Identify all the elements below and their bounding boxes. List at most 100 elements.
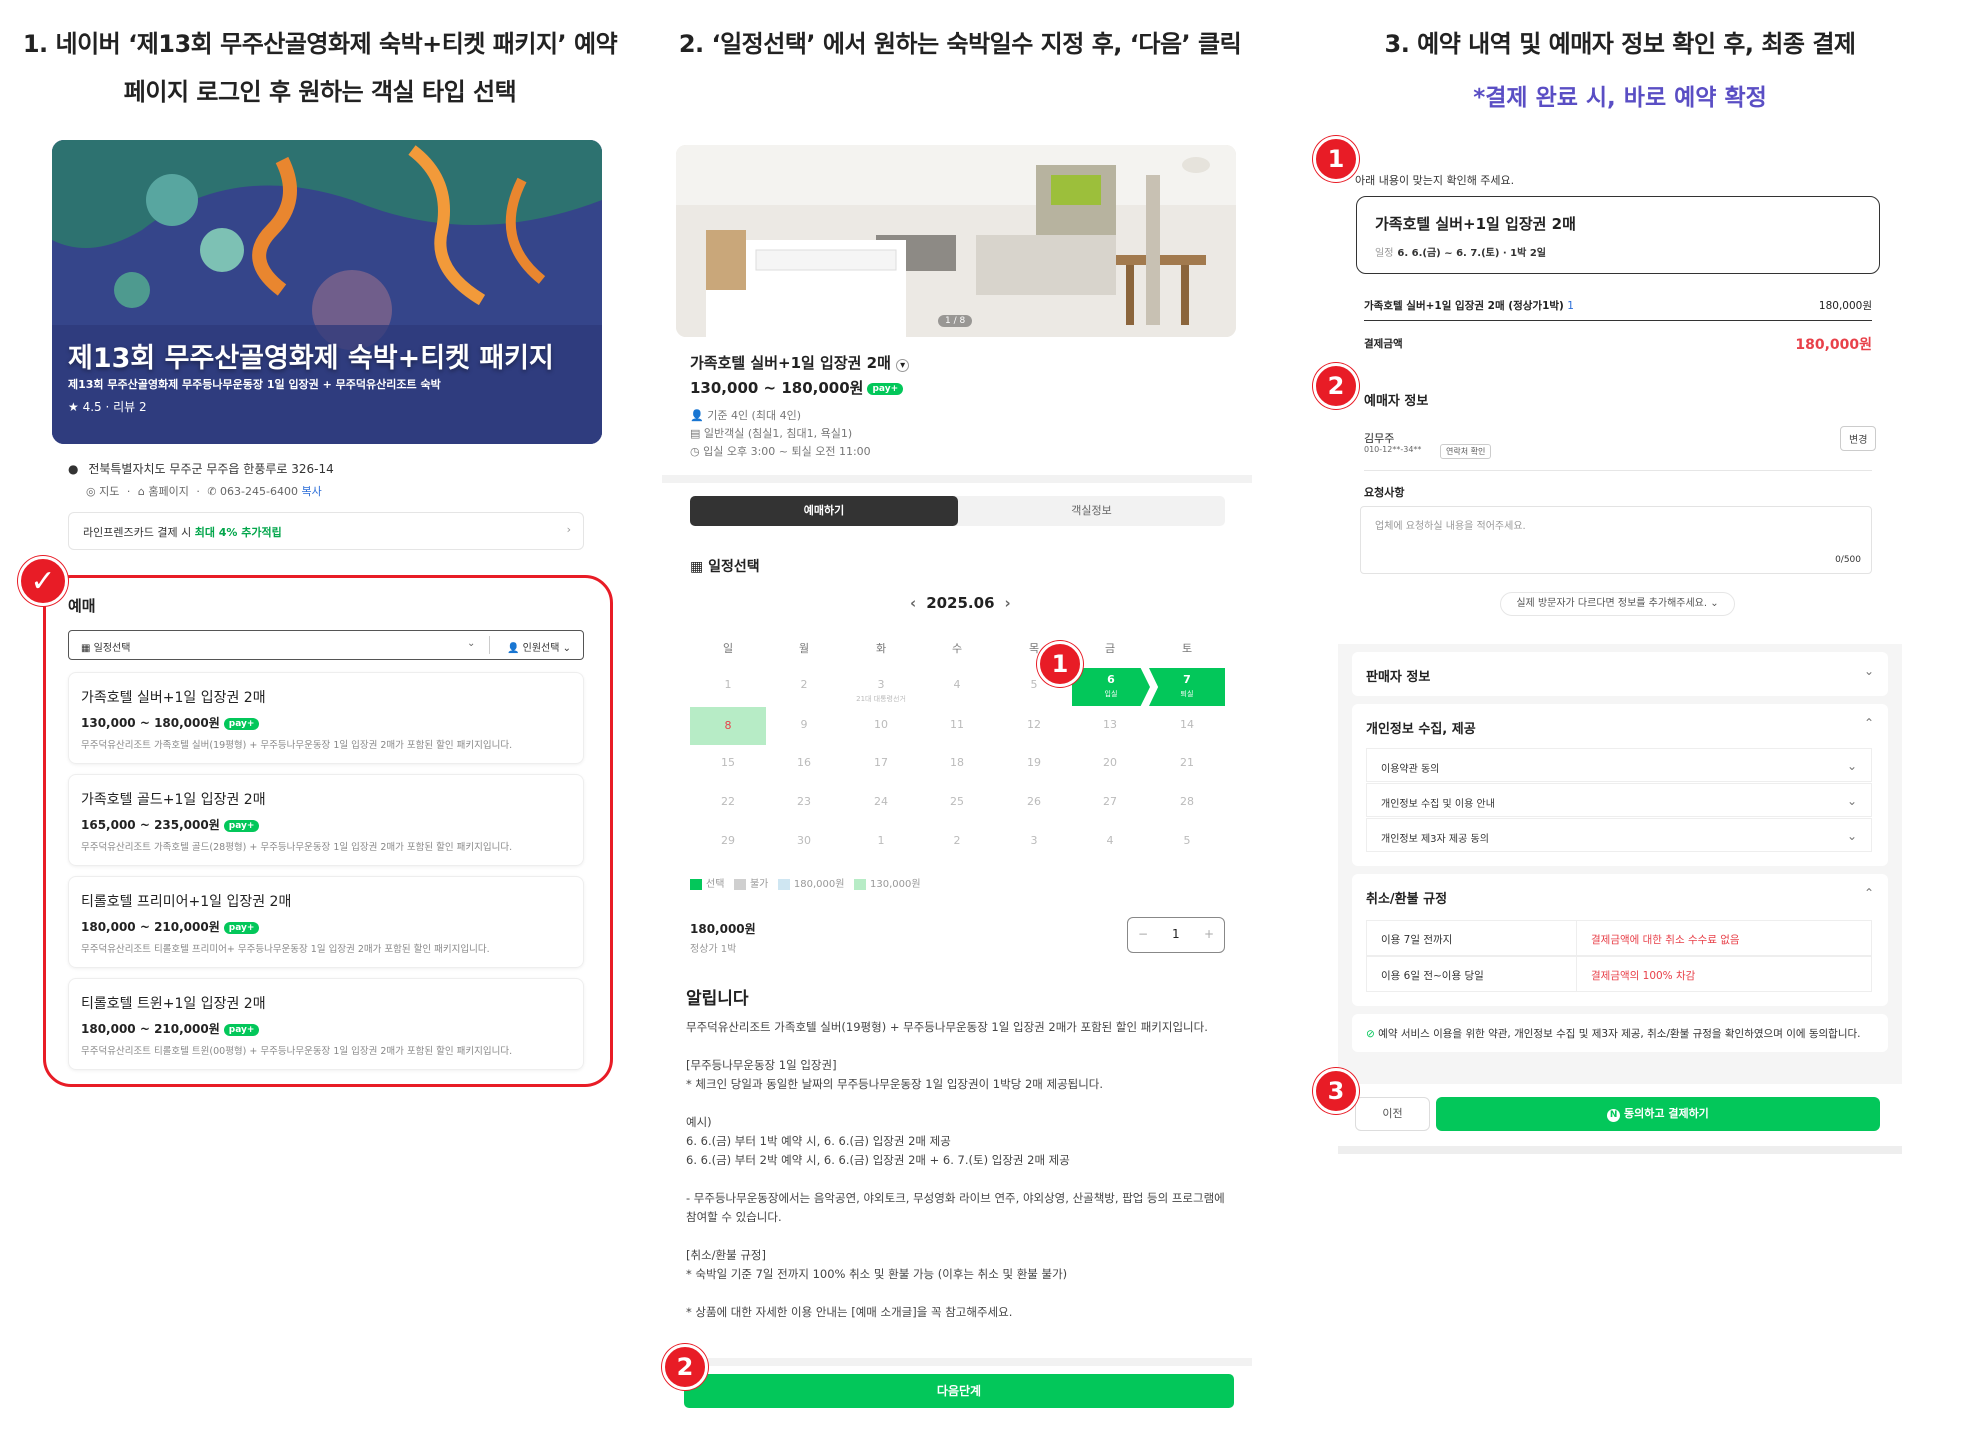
- request-textarea[interactable]: 업체에 요청하실 내용을 적어주세요. 0/500: [1360, 506, 1872, 574]
- section-separator: [1338, 1146, 1902, 1154]
- weekday-label: 금: [1104, 642, 1116, 655]
- refund-title: 취소/환불 규정: [1366, 892, 1448, 907]
- room-photo-image: [676, 145, 1236, 337]
- summary-title: 가족호텔 실버+1일 입장권 2매: [1375, 215, 1576, 233]
- card-promo-bar[interactable]: 라인프렌즈카드 결제 시 최대 4% 추가적립 ›: [68, 512, 584, 550]
- step1-title: 1. 네이버 ‘제13회 무주산골영화제 숙박+티켓 패키지’ 예약 페이지 로…: [20, 20, 620, 116]
- calendar-day: 30: [797, 834, 811, 847]
- checkin-day[interactable]: 6 입실: [1072, 668, 1150, 706]
- calendar-day: 10: [874, 718, 888, 731]
- step2-marker-2: 2: [662, 1344, 708, 1390]
- event-banner[interactable]: 제13회 무주산골영화제 숙박+티켓 패키지 제13회 무주산골영화제 무주등나…: [52, 140, 602, 444]
- copy-phone-link[interactable]: 복사: [301, 485, 321, 498]
- quantity-stepper: − 1 +: [1127, 917, 1225, 953]
- address-row: ● 전북특별자치도 무주군 무주읍 한풍루로 326-14: [68, 460, 334, 477]
- line-item-qty: 1: [1567, 300, 1574, 312]
- refund-policy: 결제금액의 100% 차감: [1591, 970, 1696, 982]
- step1-title-line1: 1. 네이버 ‘제13회 무주산골영화제 숙박+티켓 패키지’ 예약: [22, 30, 618, 58]
- person-icon: 👤: [506, 643, 523, 654]
- line-item-row: 가족호텔 실버+1일 입장권 2매 (정상가1박) 1 180,000원: [1364, 298, 1872, 313]
- selector-divider: [489, 636, 490, 654]
- add-visitor-button[interactable]: 실제 방문자가 다르다면 정보를 추가해주세요. ⌄: [1500, 592, 1735, 616]
- room-price: 180,000 ~ 210,000원 pay+: [81, 1020, 571, 1037]
- seller-info-title: 판매자 정보: [1366, 670, 1431, 685]
- refund-period: 이용 6일 전~이용 당일: [1367, 957, 1577, 991]
- terms-item[interactable]: 이용약관 동의 ⌄: [1366, 748, 1872, 782]
- product-price: 130,000 ~ 180,000원 pay+: [690, 377, 904, 398]
- refund-row: 이용 7일 전까지 결제금액에 대한 취소 수수료 없음: [1366, 920, 1872, 956]
- person-icon: 👤: [690, 409, 708, 422]
- calendar-day-available[interactable]: 8: [690, 707, 766, 745]
- next-step-button[interactable]: 다음단계: [684, 1374, 1234, 1408]
- banner-rating: ★ 4.5 · 리뷰 2: [68, 400, 147, 414]
- booking-section-title: 예매: [68, 597, 96, 615]
- dropdown-toggle-icon[interactable]: ▾: [896, 359, 910, 372]
- weekday-label: 토: [1181, 642, 1193, 655]
- weekday-label: 수: [951, 642, 963, 655]
- calendar-day: 29: [721, 834, 735, 847]
- map-link[interactable]: 지도: [99, 485, 119, 498]
- seller-info-accordion[interactable]: 판매자 정보 ⌄: [1352, 652, 1888, 696]
- tab-room-info[interactable]: 객실정보: [958, 496, 1225, 526]
- calendar-day: 26: [1027, 795, 1041, 808]
- npay-badge: pay+: [223, 819, 260, 832]
- calendar-day: 24: [874, 795, 888, 808]
- chevron-down-icon: ⌄: [1710, 598, 1719, 609]
- divider: [1364, 470, 1872, 471]
- calendar-day: 23: [797, 795, 811, 808]
- chevron-up-icon: ⌃: [1863, 886, 1874, 900]
- room-option-silver[interactable]: 가족호텔 실버+1일 입장권 2매 130,000 ~ 180,000원 pay+…: [68, 672, 584, 764]
- npay-badge: pay+: [867, 382, 904, 395]
- line-item-price: 180,000원: [1818, 300, 1872, 312]
- bed-icon: ▤: [690, 427, 704, 440]
- checkout-day[interactable]: 7 퇴실: [1149, 668, 1225, 706]
- booking-selector[interactable]: ▦ 일정선택 ⌄ 👤 인원선택 ⌄: [68, 630, 584, 660]
- step2-title: 2. ‘일정선택’ 에서 원하는 숙박일수 지정 후, ‘다음’ 클릭: [678, 30, 1242, 58]
- people-select[interactable]: 👤 인원선택 ⌄: [507, 639, 571, 654]
- prev-button[interactable]: 이전: [1355, 1097, 1430, 1131]
- room-option-premier[interactable]: 티롤호텔 프리미어+1일 입장권 2매 180,000 ~ 210,000원 pa…: [68, 876, 584, 968]
- chevron-down-icon: ⌄: [1863, 664, 1874, 678]
- agree-and-pay-button[interactable]: N 동의하고 결제하기: [1436, 1097, 1880, 1131]
- card-promo-highlight: 최대 4% 추가적립: [194, 526, 282, 539]
- step3-marker-1: 1: [1313, 136, 1359, 182]
- agreement-check[interactable]: ⊘ 예약 서비스 이용을 위한 약관, 개인정보 수집 및 제3자 제공, 취소…: [1352, 1014, 1888, 1052]
- terms-item[interactable]: 개인정보 수집 및 이용 안내 ⌄: [1366, 783, 1872, 817]
- room-option-twin[interactable]: 티롤호텔 트윈+1일 입장권 2매 180,000 ~ 210,000원 pay+…: [68, 978, 584, 1070]
- payment-total-amount: 180,000원: [1795, 337, 1872, 353]
- calendar-day: 1: [877, 834, 885, 847]
- check-circle-icon: ⊘: [1366, 1028, 1375, 1040]
- calendar-day: 3: [1030, 834, 1038, 847]
- room-option-gold[interactable]: 가족호텔 골드+1일 입장권 2매 165,000 ~ 235,000원 pay+…: [68, 774, 584, 866]
- decrement-button[interactable]: −: [1138, 927, 1148, 941]
- notice-body: 무주덕유산리조트 가족호텔 실버(19평형) + 무주등나무운동장 1일 입장권…: [686, 1020, 1225, 1319]
- change-booker-button[interactable]: 변경: [1840, 426, 1877, 451]
- step3-note: *결제 완료 시, 바로 예약 확정: [1473, 85, 1767, 111]
- verify-contact-button[interactable]: 연락처 확인: [1440, 444, 1492, 459]
- calendar-day: 20: [1103, 756, 1117, 769]
- calendar-day: 4: [953, 678, 961, 691]
- request-char-count: 0/500: [1835, 555, 1861, 565]
- increment-button[interactable]: +: [1204, 927, 1214, 941]
- people-select-label: 인원선택: [522, 643, 560, 654]
- terms-item[interactable]: 개인정보 제3자 제공 동의 ⌄: [1366, 818, 1872, 852]
- chevron-right-icon: ›: [566, 523, 571, 536]
- npay-badge: pay+: [223, 717, 260, 730]
- room-price: 130,000 ~ 180,000원 pay+: [81, 714, 571, 731]
- payment-total-row: 결제금액 180,000원: [1364, 336, 1872, 353]
- room-desc: 무주덕유산리조트 티롤호텔 트윈(00평형) + 무주등나무운동장 1일 입장권…: [81, 1046, 513, 1057]
- tab-booking[interactable]: 예매하기: [690, 496, 958, 526]
- next-month-icon[interactable]: ›: [1005, 594, 1011, 612]
- homepage-link[interactable]: 홈페이지: [148, 485, 188, 498]
- payment-total-label: 결제금액: [1364, 338, 1403, 350]
- step1-title-line2: 페이지 로그인 후 원하는 객실 타입 선택: [123, 78, 517, 106]
- product-title: 가족호텔 실버+1일 입장권 2매 ▾: [690, 352, 910, 373]
- date-select[interactable]: ▦ 일정선택: [81, 639, 130, 654]
- room-photo[interactable]: 1 / 8: [676, 145, 1236, 337]
- calendar-day: 18: [950, 756, 964, 769]
- chevron-down-icon: ⌄: [1846, 759, 1857, 773]
- quantity-value: 1: [1172, 927, 1180, 941]
- prev-month-icon[interactable]: ‹: [910, 594, 916, 612]
- banner-title: 제13회 무주산골영화제 숙박+티켓 패키지: [68, 343, 554, 374]
- calendar-day: 3 21대 대통령선거: [856, 678, 906, 703]
